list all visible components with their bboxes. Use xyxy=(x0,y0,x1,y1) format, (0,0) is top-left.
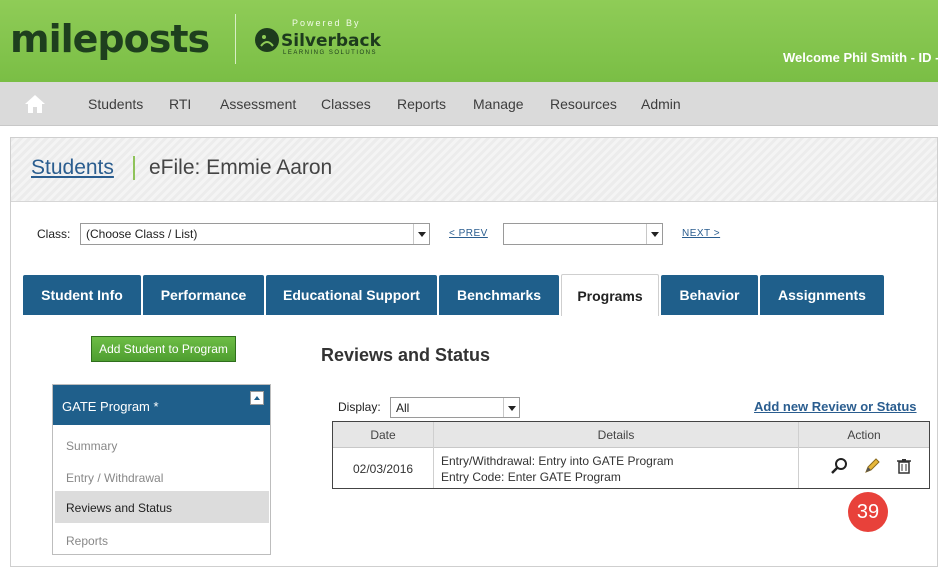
add-student-to-program-button[interactable]: Add Student to Program xyxy=(91,336,236,362)
partner-subtitle: LEARNING SOLUTIONS xyxy=(283,50,378,56)
column-divider xyxy=(433,422,434,488)
program-nav-reports[interactable]: Reports xyxy=(55,524,269,556)
row-date: 02/03/2016 xyxy=(353,462,414,476)
next-link[interactable]: NEXT > xyxy=(682,228,720,239)
program-panel: GATE Program * Summary Entry / Withdrawa… xyxy=(52,384,271,555)
column-divider xyxy=(798,422,799,488)
nav-assessment[interactable]: Assessment xyxy=(220,96,296,112)
tab-label: Student Info xyxy=(41,287,123,303)
tab-label: Educational Support xyxy=(283,287,420,303)
nav-rti[interactable]: RTI xyxy=(169,96,191,112)
tab-programs[interactable]: Programs xyxy=(561,274,659,316)
display-select[interactable]: All xyxy=(390,397,520,418)
column-header-date: Date xyxy=(333,422,433,448)
silverback-gorilla-icon xyxy=(255,28,279,52)
step-number-badge: 39 xyxy=(848,492,888,532)
mileposts-logo[interactable]: mileposts xyxy=(10,16,210,62)
class-label: Class: xyxy=(37,227,71,241)
tab-educational-support[interactable]: Educational Support xyxy=(266,275,437,315)
row-details-line2: Entry Code: Enter GATE Program xyxy=(441,470,621,484)
nav-manage[interactable]: Manage xyxy=(473,96,524,112)
tab-label: Behavior xyxy=(679,287,740,303)
class-select-value: (Choose Class / List) xyxy=(86,227,198,241)
prev-link[interactable]: < PREV xyxy=(449,228,488,239)
tab-label: Assignments xyxy=(778,287,866,303)
edit-icon[interactable] xyxy=(863,457,881,475)
row-details-line1: Entry/Withdrawal: Entry into GATE Progra… xyxy=(441,454,674,468)
title-bar: Students eFile: Emmie Aaron xyxy=(11,138,937,202)
tab-assignments[interactable]: Assignments xyxy=(760,275,884,315)
program-nav-entry-withdrawal[interactable]: Entry / Withdrawal xyxy=(55,461,269,493)
add-review-link[interactable]: Add new Review or Status xyxy=(754,399,917,414)
page-title: eFile: Emmie Aaron xyxy=(149,156,333,179)
program-header: GATE Program * xyxy=(53,385,270,425)
delete-icon[interactable] xyxy=(895,457,913,475)
powered-by-text: Powered By xyxy=(292,18,361,28)
section-title: Reviews and Status xyxy=(321,345,491,365)
nav-admin[interactable]: Admin xyxy=(641,96,681,112)
logo-divider xyxy=(235,14,236,64)
tab-behavior[interactable]: Behavior xyxy=(661,275,758,315)
column-header-action: Action xyxy=(799,422,929,448)
tab-student-info[interactable]: Student Info xyxy=(23,275,141,315)
class-select[interactable]: (Choose Class / List) xyxy=(80,223,430,245)
program-nav-reviews-and-status[interactable]: Reviews and Status xyxy=(55,491,269,523)
chevron-down-icon xyxy=(646,224,662,244)
chevron-down-icon xyxy=(503,398,519,417)
nav-reports[interactable]: Reports xyxy=(397,96,446,112)
collapse-icon[interactable] xyxy=(250,391,264,405)
partner-name: Silverback xyxy=(281,31,381,51)
main-nav: Students RTI Assessment Classes Reports … xyxy=(0,82,938,126)
tab-label: Performance xyxy=(160,287,247,303)
student-select[interactable] xyxy=(503,223,663,245)
display-label: Display: xyxy=(338,400,381,414)
welcome-text: Welcome Phil Smith - ID - xyxy=(783,50,938,65)
logo-text: mileposts xyxy=(10,17,210,61)
program-nav-summary[interactable]: Summary xyxy=(55,429,269,461)
nav-classes[interactable]: Classes xyxy=(321,96,371,112)
tab-benchmarks[interactable]: Benchmarks xyxy=(439,275,559,315)
tab-performance[interactable]: Performance xyxy=(143,275,264,315)
chevron-down-icon xyxy=(413,224,429,244)
program-title: GATE Program * xyxy=(62,399,159,414)
display-select-value: All xyxy=(396,401,410,415)
app-header: mileposts Powered By Silverback LEARNING… xyxy=(0,0,938,82)
view-icon[interactable] xyxy=(830,457,848,475)
breadcrumb-separator xyxy=(133,156,135,180)
home-icon[interactable] xyxy=(24,93,46,115)
nav-students[interactable]: Students xyxy=(88,96,143,112)
column-header-details: Details xyxy=(434,422,798,448)
tab-label: Benchmarks xyxy=(456,287,542,303)
breadcrumb-students-link[interactable]: Students xyxy=(31,156,114,180)
reviews-table: Date Details Action 02/03/2016 Entry/Wit… xyxy=(332,421,930,489)
nav-resources[interactable]: Resources xyxy=(550,96,617,112)
tab-label: Programs xyxy=(577,287,643,304)
